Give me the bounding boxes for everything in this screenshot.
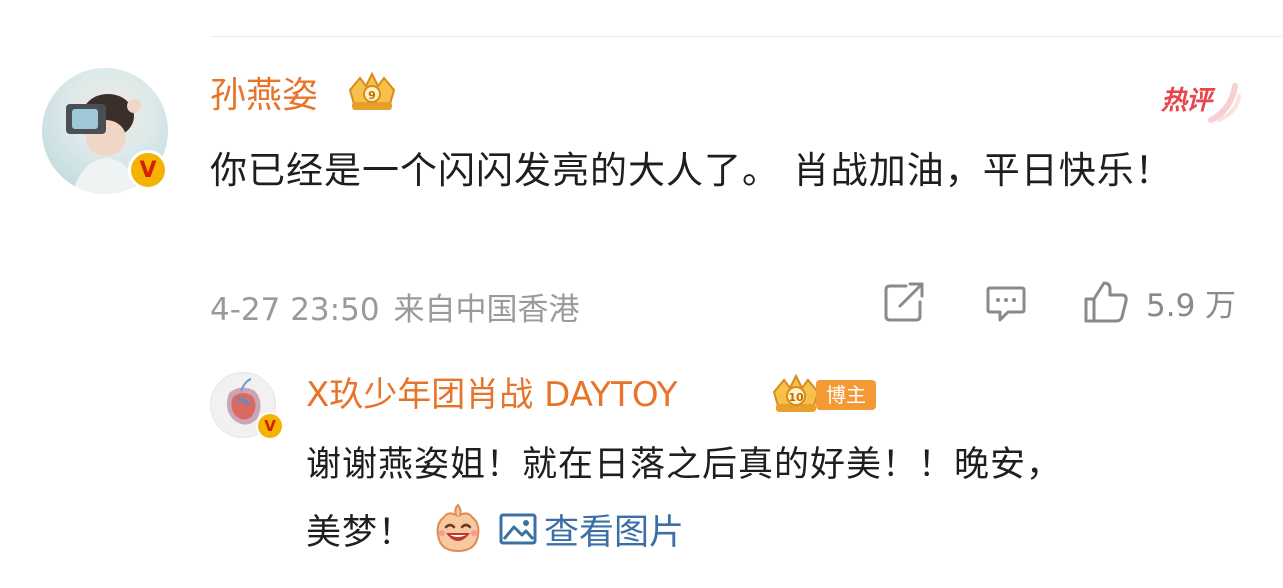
hot-comment-label: 热评 (1161, 86, 1212, 116)
verified-icon: V (128, 150, 168, 190)
view-image-label: 查看图片 (544, 512, 685, 553)
view-image-link[interactable]: 查看图片 (498, 504, 684, 555)
share-button[interactable] (882, 280, 926, 324)
comment-icon (986, 286, 1026, 322)
comment-date: 4-27 23:50 (210, 292, 380, 328)
reply-text-line2: 美梦！ (306, 512, 415, 553)
reply-username[interactable]: X玖少年团肖战 DAYTOY (306, 378, 678, 412)
comment-text: 你已经是一个闪闪发亮的大人了。 肖战加油，平日快乐！ (210, 149, 1173, 192)
badge-level: 10 (788, 391, 804, 404)
reply-line2: 美梦！ 查看图片 (306, 496, 684, 562)
commenter-username[interactable]: 孙燕姿 (210, 78, 318, 114)
laugh-emoji-icon (436, 503, 480, 553)
blogger-badge[interactable]: 10 博主 (770, 374, 880, 414)
like-icon (1084, 281, 1128, 323)
comment-button[interactable] (984, 280, 1028, 324)
comment-location: 来自中国香港 (393, 292, 580, 328)
image-icon (499, 513, 537, 545)
like-count: 5.9 万 (1146, 287, 1237, 324)
svg-text:9: 9 (368, 89, 376, 102)
share-icon (884, 282, 924, 322)
reply-text-line1: 谢谢燕姿姐！就在日落之后真的好美！！晚安， (306, 445, 1063, 485)
top-divider (210, 36, 1283, 37)
blogger-tag: 博主 (816, 380, 876, 410)
crown-badge-icon[interactable]: 9 (346, 72, 398, 116)
crown-badge-icon: 10 (772, 374, 820, 412)
hot-comment-tag: 热评 (1161, 80, 1241, 123)
comment-meta: 4-27 23:50 来自中国香港 (210, 284, 580, 329)
commenter-avatar[interactable]: V (42, 68, 168, 194)
like-button[interactable]: 5.9 万 (1082, 280, 1236, 324)
verified-icon: V (256, 412, 284, 440)
reply-avatar[interactable]: V (210, 372, 290, 442)
